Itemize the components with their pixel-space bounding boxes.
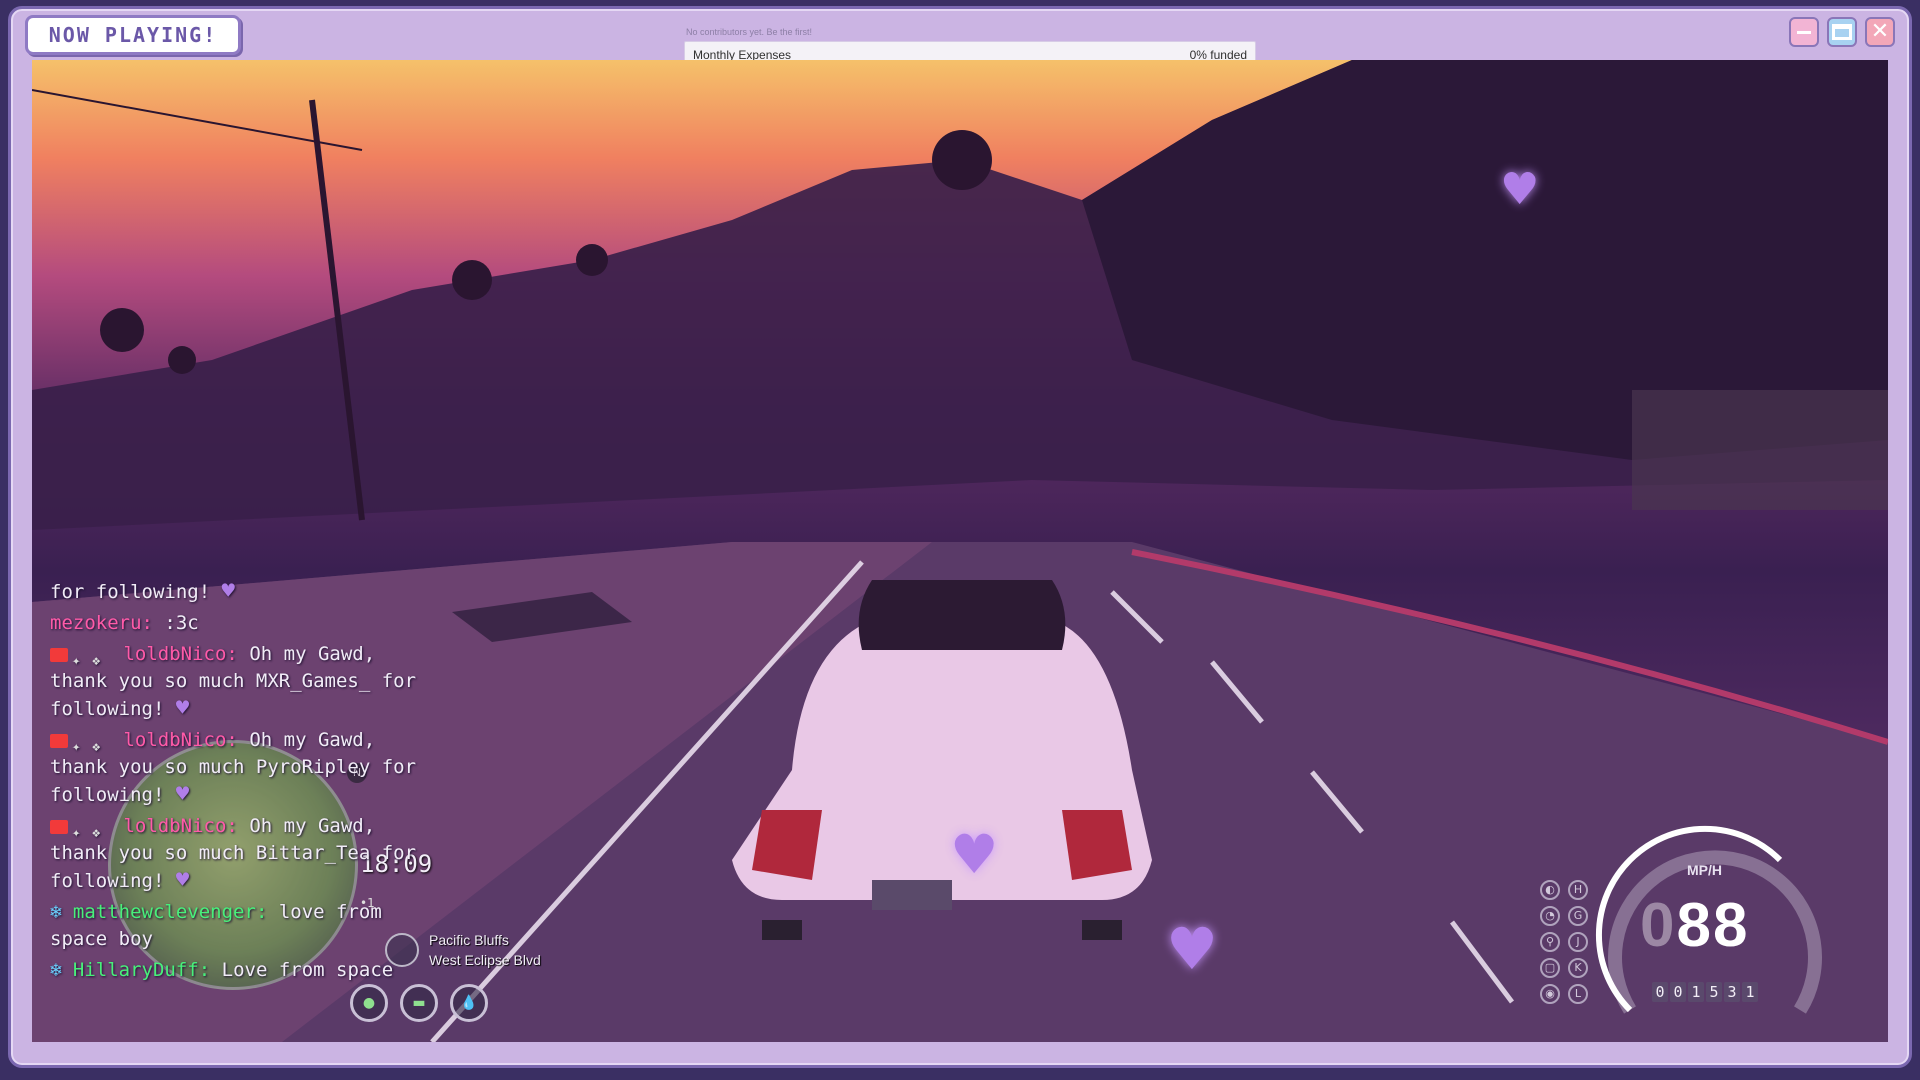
headlight-icon: ◐ <box>1540 880 1560 900</box>
sub-badge-icon: ❖ <box>92 652 101 669</box>
chat-username: HillaryDuff <box>72 959 199 981</box>
chat-message: ❄ matthewclevenger: love from space boy <box>50 901 382 950</box>
now-playing-label: NOW PLAYING! <box>25 15 241 55</box>
window-controls: ✕ <box>1789 17 1895 47</box>
heart-emote-icon: ♥ <box>175 696 190 721</box>
engine-icon: ◔ <box>1540 906 1560 926</box>
verified-badge-icon: ✦ <box>72 738 81 755</box>
speed-readout: 088 <box>1640 891 1750 960</box>
odometer-digit: 0 <box>1652 982 1668 1002</box>
snowflake-badge-icon: ❄ <box>50 959 62 981</box>
vehicle-status-icons: ◐ H ◔ G ⚲ J ▢ K ◉ L <box>1540 880 1592 1004</box>
heart-emote-icon: ♥ <box>221 579 235 604</box>
indicator-l-icon: L <box>1568 984 1588 1004</box>
location-area: Pacific Bluffs <box>429 932 509 948</box>
verified-badge-icon: ✦ <box>72 824 81 841</box>
goal-caption: No contributors yet. Be the first! <box>686 27 813 37</box>
odometer-digit: 0 <box>1670 982 1686 1002</box>
chat-line: for following! ♥ <box>50 578 440 606</box>
seatbelt-icon: ⚲ <box>1540 932 1560 952</box>
verified-badge-icon: ✦ <box>72 652 81 669</box>
heart-emote-icon: ♥ <box>1166 915 1218 983</box>
chat-message: mezokeru: :3c <box>50 612 199 634</box>
odometer-digit: 5 <box>1706 982 1722 1002</box>
hunger-icon: ▬ <box>400 984 438 1022</box>
heart-emote-icon: ♥ <box>175 868 190 893</box>
player-car <box>732 580 1152 940</box>
chat-username: mezokeru <box>50 612 142 634</box>
minimize-button[interactable] <box>1789 17 1819 47</box>
chat-text: :3c <box>164 612 199 634</box>
odometer-digit: 1 <box>1688 982 1704 1002</box>
status-rings: ● ▬ 💧 <box>350 984 488 1022</box>
odometer-digit: 1 <box>1742 982 1758 1002</box>
chat-message: ❄ HillaryDuff: Love from space <box>50 959 394 981</box>
heart-emote-icon: ♥ <box>1500 164 1540 215</box>
odometer: 0 0 1 5 3 1 <box>1652 982 1758 1002</box>
speed-unit: MP/H <box>1687 862 1722 878</box>
chat-username: loldbNico <box>123 643 227 665</box>
location-street: West Eclipse Blvd <box>429 952 541 968</box>
eye-icon: ◉ <box>1540 984 1560 1004</box>
minimize-icon <box>1797 30 1811 34</box>
close-button[interactable]: ✕ <box>1865 17 1895 47</box>
water-drop-icon: 💧 <box>450 984 488 1022</box>
chat-overlay: for following! ♥ mezokeru: :3c ✦ ❖ loldbN… <box>50 578 440 988</box>
door-icon: ▢ <box>1540 958 1560 978</box>
titlebar: NOW PLAYING! No contributors yet. Be the… <box>11 9 1909 69</box>
chat-message: ✦ ❖ loldbNico: Oh my Gawd, thank you so m… <box>50 815 417 893</box>
heart-emote-icon: ♥ <box>175 782 190 807</box>
chat-text: for following! <box>50 581 211 603</box>
sub-badge-icon: ❖ <box>92 824 101 841</box>
odometer-digit: 3 <box>1724 982 1740 1002</box>
indicator-k-icon: K <box>1568 958 1588 978</box>
heart-emote-icon: ♥ <box>950 823 999 886</box>
chat-username: matthewclevenger <box>72 901 256 923</box>
chat-text: Love from space <box>221 959 394 981</box>
broadcaster-badge-icon <box>50 733 68 748</box>
broadcaster-badge-icon <box>50 819 68 834</box>
chat-username: loldbNico <box>123 815 227 837</box>
maximize-button[interactable] <box>1827 17 1857 47</box>
broadcaster-badge-icon <box>50 647 68 662</box>
sub-badge-icon: ❖ <box>92 738 101 755</box>
indicator-g-icon: G <box>1568 906 1588 926</box>
close-icon: ✕ <box>1870 19 1890 44</box>
maximize-icon <box>1832 24 1852 40</box>
indicator-j-icon: J <box>1568 932 1588 952</box>
indicator-h-icon: H <box>1568 880 1588 900</box>
microphone-icon: ● <box>350 984 388 1022</box>
chat-username: loldbNico <box>123 729 227 751</box>
snowflake-badge-icon: ❄ <box>50 901 62 923</box>
chat-message: ✦ ❖ loldbNico: Oh my Gawd, thank you so m… <box>50 729 417 807</box>
chat-message: ✦ ❖ loldbNico: Oh my Gawd, thank you so m… <box>50 643 417 721</box>
